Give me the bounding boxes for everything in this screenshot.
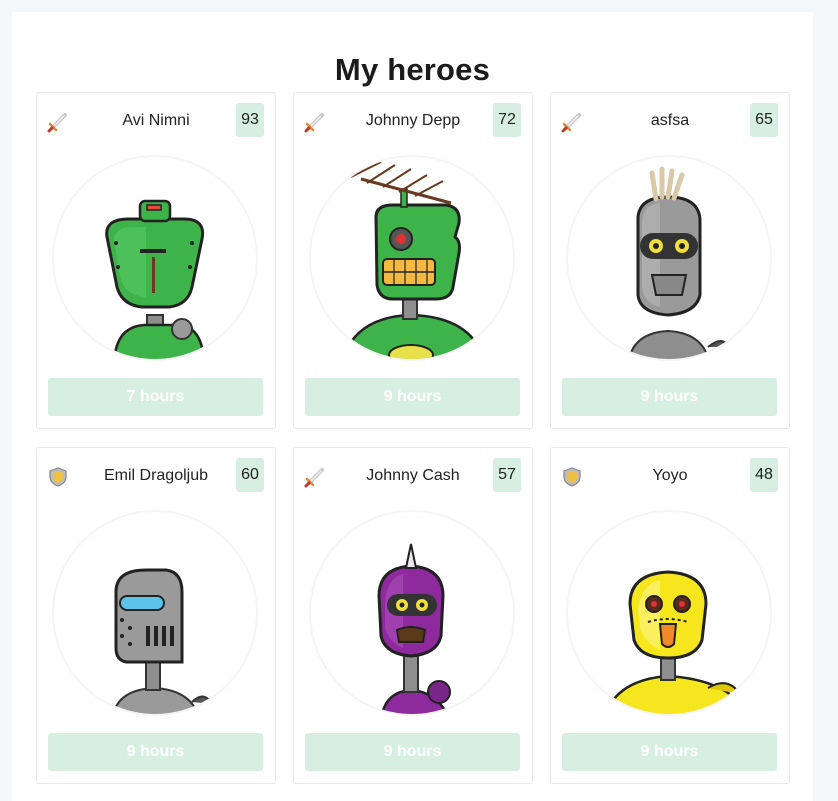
- level-badge: 48: [750, 458, 778, 492]
- hero-name: Johnny Depp: [365, 112, 461, 129]
- purple-horn-robot-portrait: [311, 512, 513, 714]
- sword-icon: [304, 466, 326, 488]
- sword-icon: [561, 111, 583, 133]
- hero-name: Avi Nimni: [122, 112, 190, 129]
- hero-card[interactable]: asfsa 65 9 hours: [550, 92, 790, 429]
- timer-button[interactable]: 7 hours: [48, 378, 263, 416]
- yellow-robot-portrait: [568, 512, 770, 714]
- hero-card[interactable]: Yoyo 48 9 hours: [550, 447, 790, 784]
- level-badge: 72: [493, 103, 521, 137]
- timer-button[interactable]: 9 hours: [562, 733, 777, 771]
- timer-button[interactable]: 9 hours: [48, 733, 263, 771]
- level-badge: 65: [750, 103, 778, 137]
- hero-card[interactable]: Johnny Depp 72 9 hours: [293, 92, 533, 429]
- heroes-panel: My heroes Avi Nimni 93 7 hours Johnny De…: [12, 12, 813, 801]
- level-badge: 60: [236, 458, 264, 492]
- hero-card[interactable]: Avi Nimni 93 7 hours: [36, 92, 276, 429]
- timer-button[interactable]: 9 hours: [562, 378, 777, 416]
- hero-name: asfsa: [650, 112, 690, 129]
- gray-visor-robot-portrait: [54, 512, 256, 714]
- green-antenna-robot-portrait: [311, 157, 513, 359]
- hero-card[interactable]: Johnny Cash 57 9 hours: [293, 447, 533, 784]
- sword-icon: [47, 111, 69, 133]
- timer-button[interactable]: 9 hours: [305, 733, 520, 771]
- hero-card[interactable]: Emil Dragoljub 60 9 hours: [36, 447, 276, 784]
- level-badge: 57: [493, 458, 521, 492]
- hero-name: Emil Dragoljub: [103, 467, 209, 484]
- sword-icon: [304, 111, 326, 133]
- hero-name: Yoyo: [652, 467, 688, 484]
- hero-name: Johnny Cash: [366, 467, 460, 484]
- shield-icon: [47, 466, 69, 488]
- green-round-robot-portrait: [54, 157, 256, 359]
- timer-button[interactable]: 9 hours: [305, 378, 520, 416]
- level-badge: 93: [236, 103, 264, 137]
- shield-icon: [561, 466, 583, 488]
- page-title: My heroes: [334, 52, 491, 87]
- gray-mohawk-robot-portrait: [568, 157, 770, 359]
